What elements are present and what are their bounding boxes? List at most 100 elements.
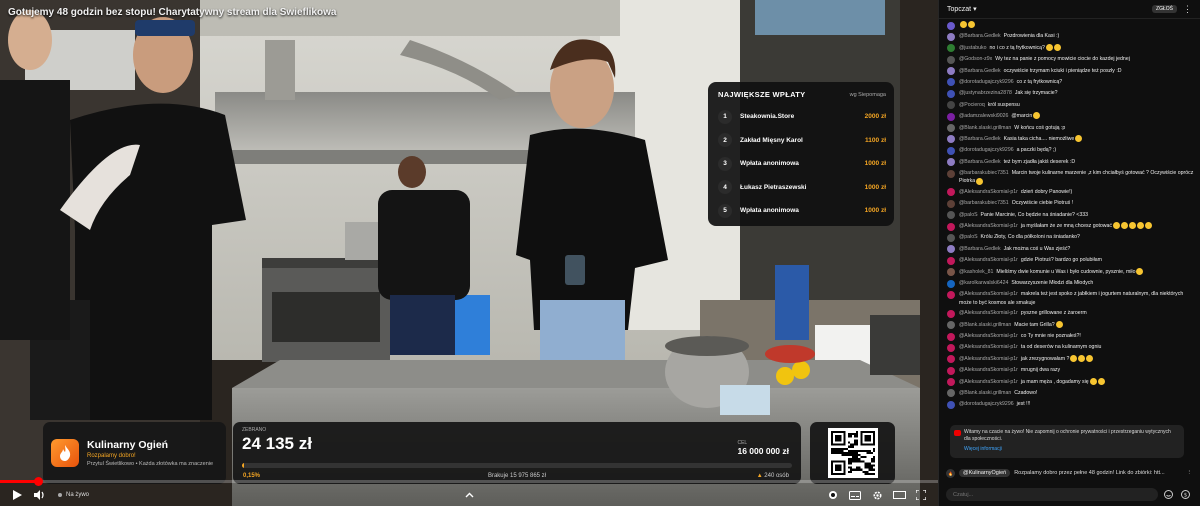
avatar[interactable] (947, 169, 955, 178)
avatar[interactable] (947, 188, 955, 197)
emoji-icon (960, 21, 967, 29)
live-label: Na żywo (66, 492, 90, 498)
message-author[interactable]: @AleksandraSkomial-p1r (959, 379, 1018, 385)
message-author[interactable]: @Pocieroq (959, 102, 985, 108)
avatar[interactable] (947, 268, 955, 277)
more-options-icon[interactable]: ⋮ (1187, 470, 1193, 476)
avatar[interactable] (947, 21, 955, 30)
message-author[interactable]: @AleksandraSkomial-p1r (959, 367, 1018, 373)
message-body: @Godson-z9x Wy tez na panie z pomocy mowi… (959, 55, 1130, 63)
avatar[interactable] (947, 378, 955, 387)
avatar[interactable] (947, 389, 955, 398)
message-body: @AleksandraSkomial-p1r ta od deserów na k… (959, 343, 1101, 351)
message-author[interactable]: @Barbara.Gedlek (959, 33, 1001, 39)
avatar[interactable] (947, 67, 955, 76)
chat-message (947, 21, 1196, 30)
avatar[interactable] (947, 32, 955, 41)
avatar[interactable] (947, 245, 955, 254)
fullscreen-button[interactable] (910, 485, 932, 505)
autoplay-toggle[interactable] (822, 485, 844, 505)
avatar[interactable] (947, 158, 955, 167)
message-author[interactable]: @justynabrzezina2878 (959, 90, 1012, 96)
message-author[interactable]: @AleksandraSkomial-p1r (959, 310, 1018, 316)
play-button[interactable] (6, 485, 28, 505)
avatar[interactable] (947, 279, 955, 288)
more-options-icon[interactable]: ⋮ (1183, 4, 1192, 15)
message-author[interactable]: @barbarakubiec7351 (959, 200, 1009, 206)
avatar[interactable] (947, 44, 955, 53)
emoji-button[interactable] (1161, 488, 1175, 502)
app-root: Gotujemy 48 godzin bez stopu! Charytatyw… (0, 0, 1200, 506)
message-author[interactable]: @paloS (959, 234, 978, 240)
message-author[interactable]: @AleksandraSkomial-p1r (959, 333, 1018, 339)
message-author[interactable]: @justabuko (959, 45, 986, 51)
theater-button[interactable] (888, 485, 910, 505)
message-author[interactable]: @karolkarwalski6424 (959, 280, 1008, 286)
message-author[interactable]: @Barbara.Gedlek (959, 136, 1001, 142)
message-author[interactable]: @Godson-z9x (959, 56, 992, 62)
avatar[interactable] (947, 78, 955, 87)
message-author[interactable]: @barbarakubiec7351 (959, 170, 1009, 176)
avatar[interactable] (947, 135, 955, 144)
avatar[interactable] (947, 256, 955, 265)
message-body: @adamzalewski9026 @marcin (959, 112, 1041, 120)
message-author[interactable]: @Barbara.Gedlek (959, 159, 1001, 165)
avatar[interactable] (947, 112, 955, 121)
emoji-icon (1053, 43, 1061, 51)
message-author[interactable]: @Blank.slaski.grillman (959, 322, 1011, 328)
message-author[interactable]: @Blank.slaski.grillman (959, 125, 1011, 131)
subtitles-button[interactable] (844, 485, 866, 505)
channel-chip[interactable]: @KulinarnyOgień (959, 469, 1011, 477)
message-author[interactable]: @AleksandraSkomial-p1r (959, 257, 1018, 263)
settings-button[interactable] (866, 485, 888, 505)
chat-message: @karolkarwalski6424 Stowarzyszenie Młodzi… (947, 279, 1196, 288)
message-author[interactable]: @dorotadugajczyk9296 (959, 401, 1014, 407)
donate-button[interactable]: $ (1178, 488, 1192, 502)
avatar[interactable] (947, 400, 955, 409)
avatar[interactable] (947, 222, 955, 231)
message-author[interactable]: @AleksandraSkomial-p1r (959, 344, 1018, 350)
avatar[interactable] (947, 343, 955, 352)
avatar[interactable] (947, 146, 955, 155)
avatar[interactable] (947, 101, 955, 110)
chat-mode-dropdown[interactable]: Topczat ▾ (947, 5, 977, 13)
avatar[interactable] (947, 199, 955, 208)
message-author[interactable]: @Blank.slaski.grillman (959, 390, 1011, 396)
message-author[interactable]: @AleksandraSkomial-p1r (959, 223, 1018, 229)
message-author[interactable]: @AleksandraSkomial-p1r (959, 356, 1018, 362)
chat-message: @kasholek_81 Mieliśmy dwie komunie u Was … (947, 267, 1196, 277)
emoji-icon (1045, 43, 1053, 51)
avatar[interactable] (947, 55, 955, 64)
message-author[interactable]: @Barbara.Gedlek (959, 68, 1001, 74)
message-author[interactable]: @Barbara.Gedlek (959, 246, 1001, 252)
theater-icon (892, 491, 906, 499)
message-author[interactable]: @AleksandraSkomial-p1r (959, 189, 1018, 195)
message-author[interactable]: @AleksandraSkomial-p1r (959, 291, 1018, 297)
avatar[interactable] (947, 332, 955, 341)
live-indicator[interactable]: Na żywo (58, 492, 89, 498)
avatar[interactable] (947, 290, 955, 299)
message-body: @barbarakubiec7351 Marcin twoje kulinarne… (959, 169, 1196, 186)
avatar[interactable] (947, 211, 955, 220)
message-author[interactable]: @adamzalewski9026 (959, 113, 1008, 119)
message-author[interactable]: @dorotadugajczyk9296 (959, 79, 1014, 85)
more-info-link[interactable]: Więcej informacji (964, 446, 1178, 452)
message-author[interactable]: @kasholek_81 (959, 269, 993, 275)
avatar[interactable] (947, 309, 955, 318)
avatar[interactable] (947, 366, 955, 375)
message-body: @Barbara.Gedlek Kasia taka cicha.... niem… (959, 135, 1083, 143)
chat-input[interactable] (946, 488, 1158, 501)
avatar[interactable] (947, 355, 955, 364)
avatar[interactable] (947, 233, 955, 242)
avatar[interactable] (947, 321, 955, 330)
message-author[interactable]: @dorotadugajczyk9296 (959, 147, 1014, 153)
report-badge[interactable]: ZGŁOŚ (1152, 5, 1177, 13)
video-player[interactable]: Gotujemy 48 godzin bez stopu! Charytatyw… (0, 0, 938, 506)
avatar[interactable] (947, 124, 955, 133)
volume-button[interactable] (28, 485, 50, 505)
avatar[interactable] (947, 89, 955, 98)
message-author[interactable]: @paloS (959, 212, 978, 218)
pinned-banner[interactable]: 🔥 @KulinarnyOgień Rozpalamy dobro przez … (946, 465, 1192, 481)
chevron-up-button[interactable] (458, 485, 480, 505)
seek-bar[interactable] (0, 477, 938, 486)
